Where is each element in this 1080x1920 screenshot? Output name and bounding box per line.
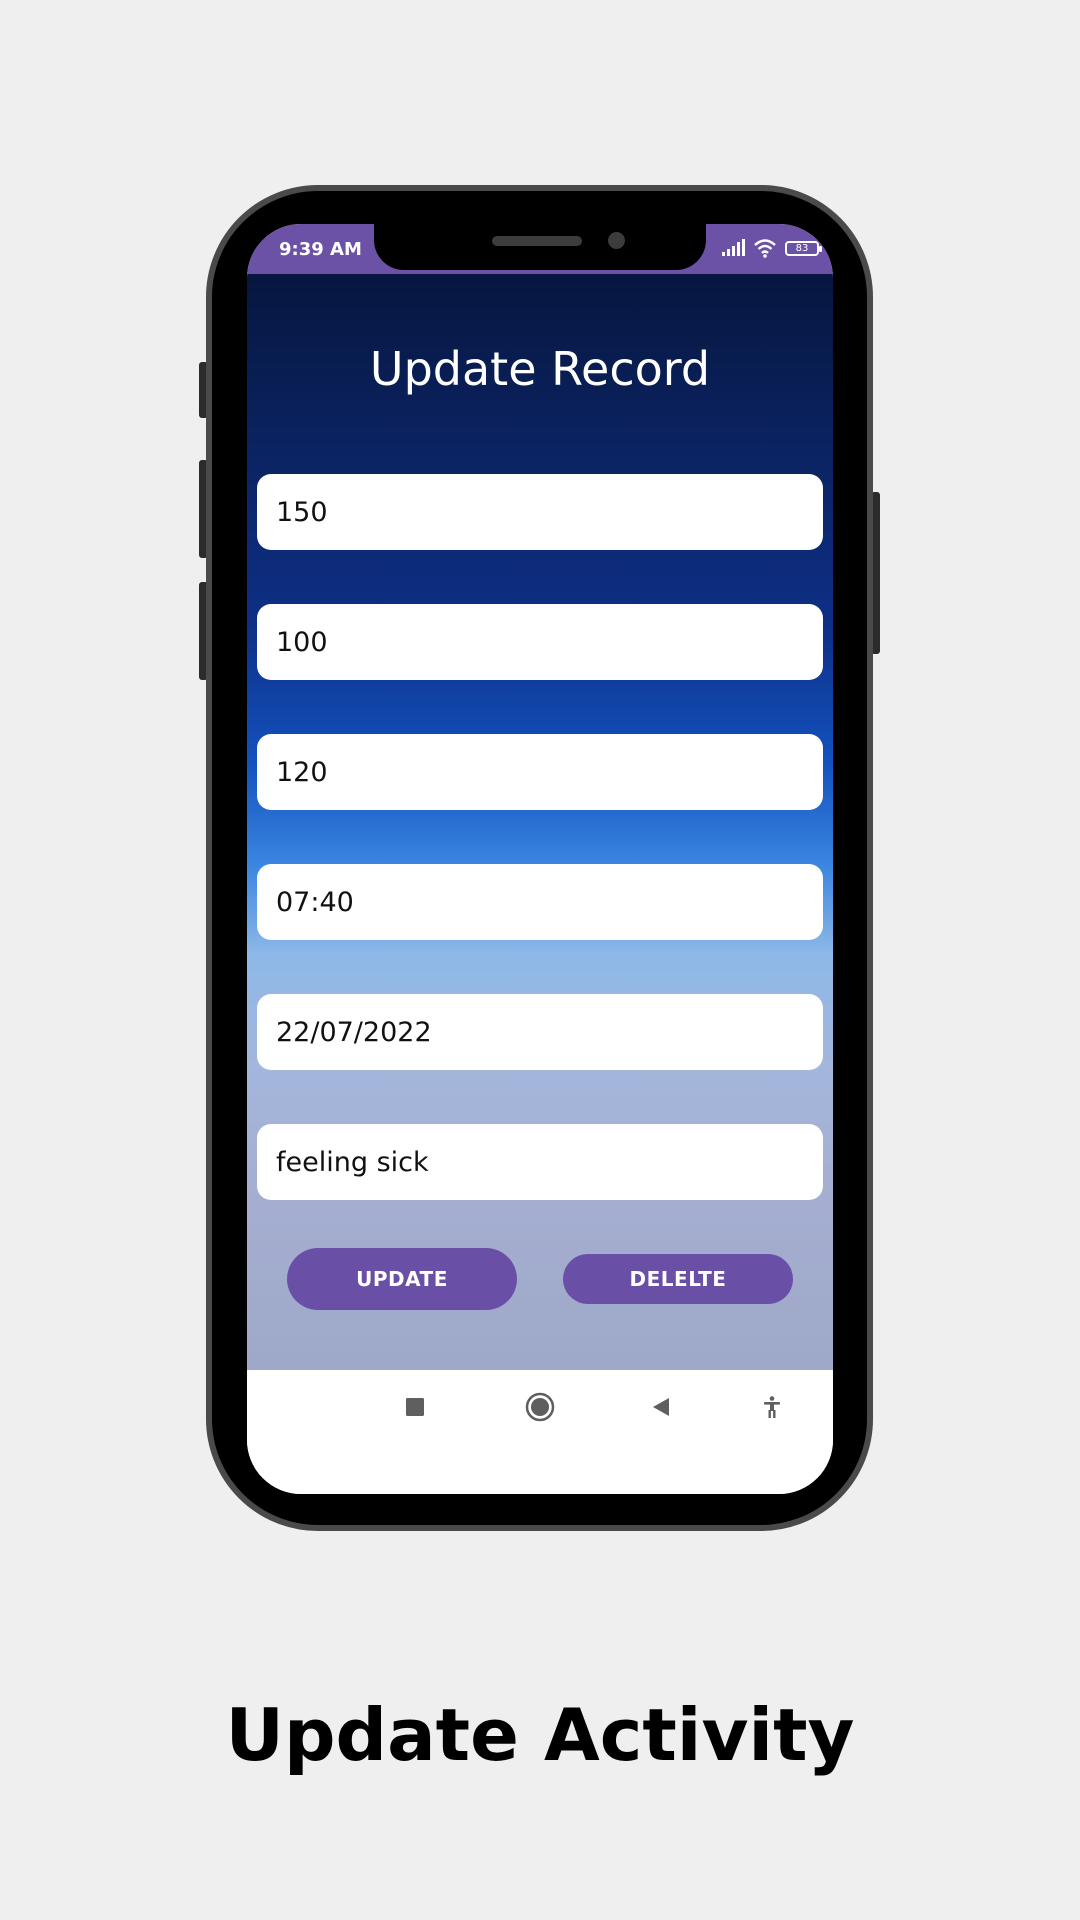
reading-1-field[interactable]: 150 bbox=[257, 474, 823, 550]
update-button[interactable]: UPDATE bbox=[287, 1248, 517, 1310]
update-record-form: Update Record 150 100 120 07:40 22/07/20… bbox=[247, 274, 833, 1370]
caption-title: Update Activity bbox=[225, 1693, 855, 1777]
front-camera bbox=[608, 232, 625, 249]
accessibility-icon[interactable] bbox=[760, 1395, 784, 1419]
home-circle-icon[interactable] bbox=[525, 1392, 555, 1422]
comment-field[interactable]: feeling sick bbox=[257, 1124, 823, 1200]
status-bar: 9:39 AM 83 bbox=[247, 224, 833, 274]
status-icons: 83 bbox=[721, 237, 822, 259]
notch bbox=[374, 224, 706, 270]
speaker-grille bbox=[492, 236, 582, 246]
phone-screen: 9:39 AM 83 Update Record 150 100 120 07:… bbox=[247, 224, 833, 1494]
navigation-bar bbox=[247, 1370, 833, 1494]
battery-icon: 83 bbox=[785, 240, 822, 256]
time-field[interactable]: 07:40 bbox=[257, 864, 823, 940]
delete-button[interactable]: DELELTE bbox=[563, 1254, 793, 1304]
wifi-icon bbox=[754, 239, 776, 258]
reading-3-field[interactable]: 120 bbox=[257, 734, 823, 810]
back-triangle-icon[interactable] bbox=[649, 1395, 673, 1419]
recents-square-icon[interactable] bbox=[403, 1395, 427, 1419]
page-title: Update Record bbox=[369, 342, 711, 396]
signal-icon bbox=[722, 239, 745, 256]
reading-2-field[interactable]: 100 bbox=[257, 604, 823, 680]
status-time: 9:39 AM bbox=[279, 239, 362, 260]
date-field[interactable]: 22/07/2022 bbox=[257, 994, 823, 1070]
